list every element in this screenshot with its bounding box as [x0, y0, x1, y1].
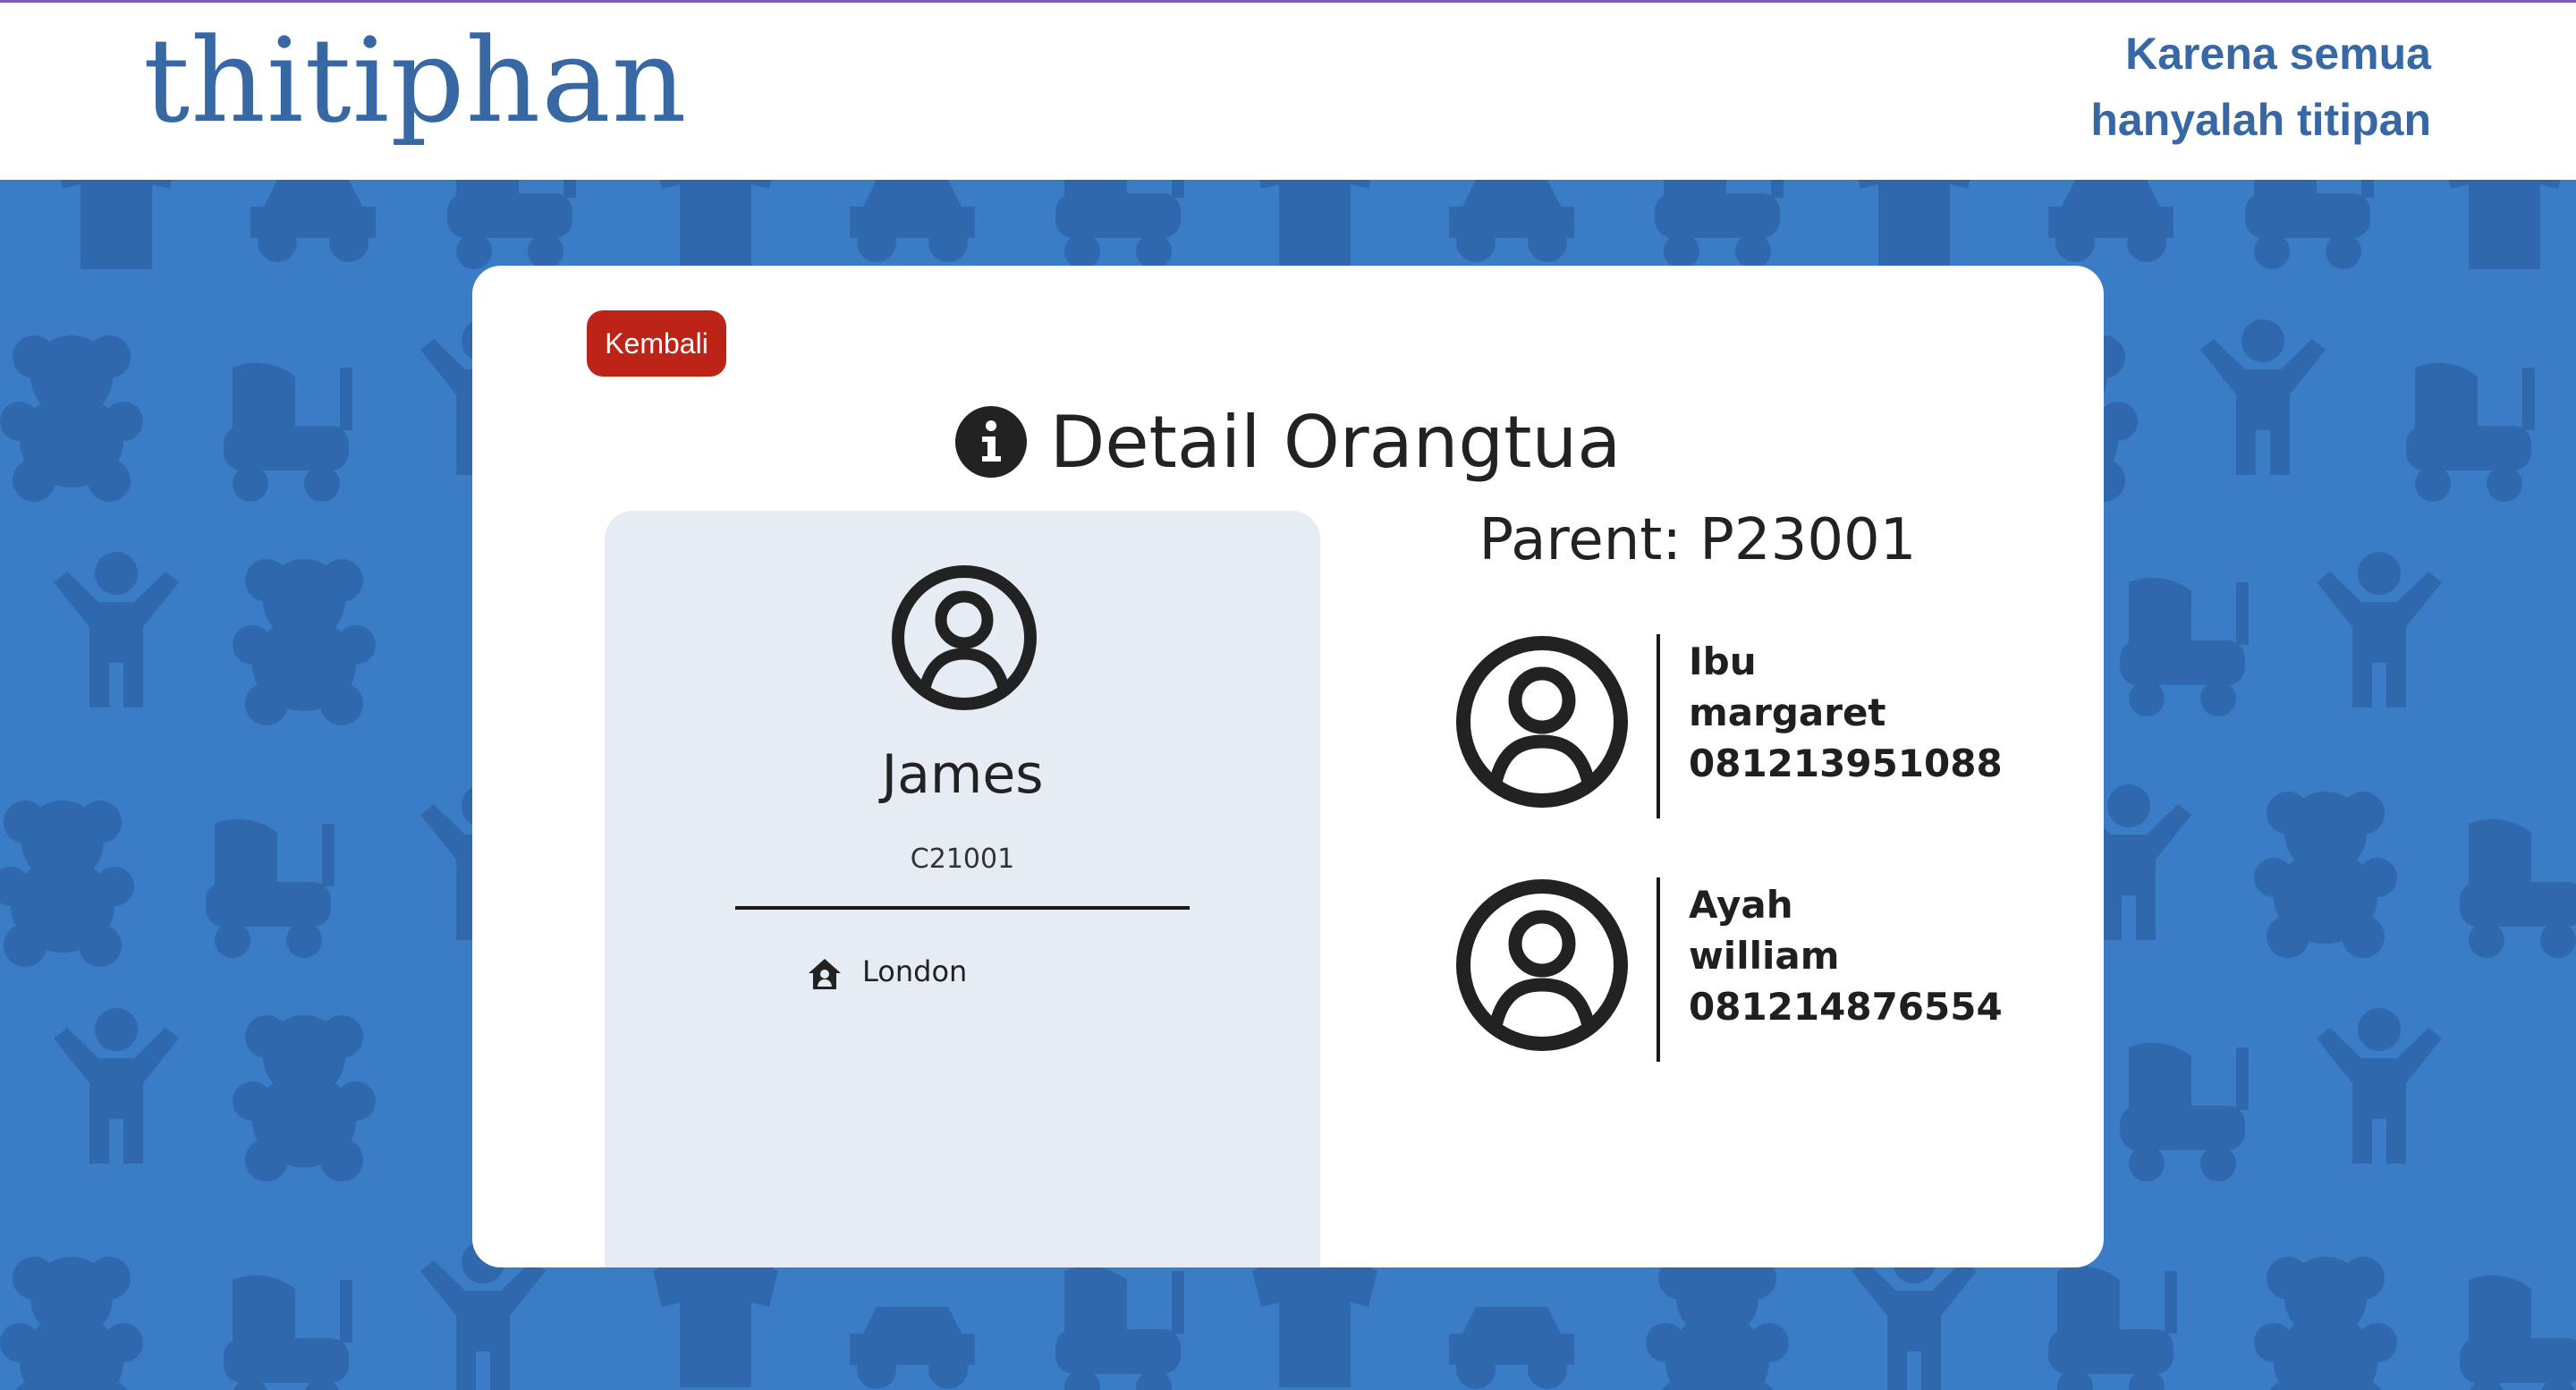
guardian-mother: Ibu margaret 081213951088 [1454, 634, 2027, 822]
tagline-line-2: hanyalah titipan [2090, 95, 2431, 145]
page-title-text: Detail Orangtua [1049, 400, 1622, 484]
user-circle-icon [1456, 636, 1628, 808]
guardian-father: Ayah william 081214876554 [1454, 877, 2027, 1065]
guardian-divider [1657, 877, 1660, 1062]
child-divider [735, 906, 1190, 910]
guardian-divider [1657, 634, 1660, 818]
tagline: Karena semua hanyalah titipan [2090, 21, 2431, 153]
guardian-role: Ayah [1689, 883, 1793, 927]
child-code: C21001 [910, 843, 1015, 875]
guardian-info: Ibu margaret 081213951088 [1689, 636, 2003, 789]
child-address: London [862, 954, 968, 988]
page-title: Detail Orangtua [472, 393, 2104, 491]
house-user-icon [809, 959, 841, 989]
tagline-line-1: Karena semua [2125, 29, 2431, 79]
parent-detail-card: Kembali Detail Orangtua James C21001 Lon… [472, 266, 2104, 1267]
child-name: James [881, 743, 1044, 806]
guardian-phone: 081213951088 [1689, 742, 2003, 785]
back-button[interactable]: Kembali [587, 310, 726, 377]
guardian-role: Ibu [1689, 640, 1757, 683]
guardian-name: william [1689, 934, 1840, 978]
child-profile-panel: James C21001 London [605, 511, 1320, 1267]
user-circle-icon [892, 565, 1037, 710]
site-logo[interactable]: thitiphan [143, 13, 688, 148]
user-circle-icon [1456, 879, 1628, 1051]
guardian-info: Ayah william 081214876554 [1689, 879, 2003, 1032]
site-header: thitiphan Karena semua hanyalah titipan [0, 3, 2576, 180]
info-icon [954, 406, 1027, 478]
parent-id-heading: Parent: P23001 [1479, 507, 1917, 573]
guardian-name: margaret [1689, 691, 1886, 734]
guardian-phone: 081214876554 [1689, 985, 2003, 1029]
